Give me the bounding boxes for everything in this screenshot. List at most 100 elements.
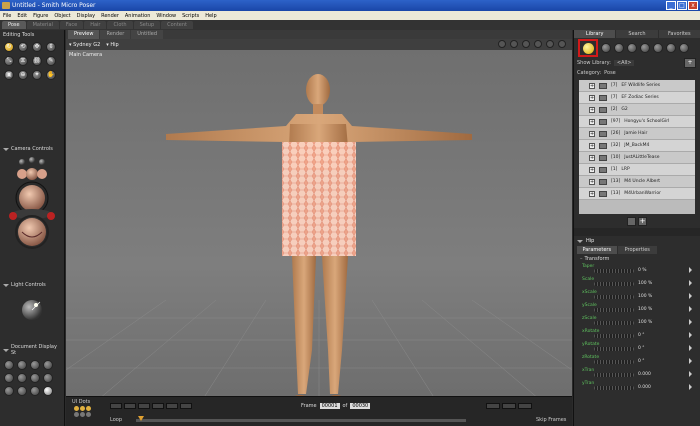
param-dial[interactable] xyxy=(594,334,634,338)
next-keyframe-button[interactable] xyxy=(518,403,532,409)
scale-tool-icon[interactable]: ⤡ xyxy=(4,56,14,66)
go-to-end-button[interactable] xyxy=(180,403,192,409)
menu-file[interactable]: File xyxy=(3,13,11,19)
add-library-button[interactable]: + xyxy=(684,58,696,68)
room-tab-setup[interactable]: Setup xyxy=(133,21,161,29)
menu-animation[interactable]: Animation xyxy=(125,13,151,19)
document-display-header[interactable]: Document Display St xyxy=(0,342,64,358)
param-value[interactable]: 0 ° xyxy=(638,359,645,364)
outline-style-icon[interactable] xyxy=(17,360,27,370)
light-controls-header[interactable]: Light Controls xyxy=(0,280,64,290)
show-library-dropdown[interactable]: <All> xyxy=(613,60,635,66)
grouping-tool-icon[interactable]: ▣ xyxy=(4,70,14,80)
expand-icon[interactable]: + xyxy=(589,130,595,137)
wireframe-style-icon[interactable] xyxy=(30,360,40,370)
transform-group-header[interactable]: – Transform xyxy=(574,254,700,263)
list-item[interactable]: + [13] M4 Uncle Albert xyxy=(579,176,695,188)
camera-controls-widget[interactable] xyxy=(0,154,65,272)
menu-scripts[interactable]: Scripts xyxy=(182,13,199,19)
param-menu-arrow-icon[interactable] xyxy=(689,384,692,390)
smooth-shaded-style-icon[interactable] xyxy=(17,386,27,396)
figure-selector[interactable]: ▾ Sydney G2 xyxy=(69,42,100,48)
param-dial[interactable] xyxy=(594,360,634,364)
camera-view-icon[interactable] xyxy=(510,40,518,48)
expand-icon[interactable]: + xyxy=(589,178,595,185)
tab-render[interactable]: Render xyxy=(100,30,131,39)
previous-keyframe-button[interactable] xyxy=(486,403,500,409)
param-menu-arrow-icon[interactable] xyxy=(689,371,692,377)
camera-controls-header[interactable]: Camera Controls xyxy=(0,144,64,154)
view-magnifier-tool-icon[interactable]: ⊕ xyxy=(18,70,28,80)
tab-favorites[interactable]: Favorites xyxy=(658,30,700,38)
add-to-library-button[interactable]: + xyxy=(638,216,647,226)
list-item[interactable]: + [7] EF Wildlife Series xyxy=(579,80,695,92)
menu-figure[interactable]: Figure xyxy=(33,13,48,19)
editing-tools-header[interactable]: Editing Tools xyxy=(0,30,64,40)
twist-tool-icon[interactable]: ⟲ xyxy=(18,42,28,52)
list-item[interactable]: + [10] JustALittleTease xyxy=(579,152,695,164)
hair-category-icon[interactable] xyxy=(614,43,624,53)
tab-properties[interactable]: Properties xyxy=(617,246,657,254)
expressions-category-icon[interactable] xyxy=(601,43,611,53)
skip-frames-label[interactable]: Skip Frames xyxy=(536,417,566,423)
flat-lined-style-icon[interactable] xyxy=(30,373,40,383)
translate-tool-icon[interactable]: ✥ xyxy=(32,42,42,52)
ui-dot-icon[interactable] xyxy=(86,406,91,411)
cameras-category-icon[interactable] xyxy=(666,43,676,53)
direct-manipulation-tool-icon[interactable]: ✋ xyxy=(46,70,56,80)
param-value[interactable]: 100 % xyxy=(638,320,652,325)
chain-break-tool-icon[interactable]: ⛓ xyxy=(32,56,42,66)
menu-window[interactable]: Window xyxy=(156,13,176,19)
param-value[interactable]: 0.000 xyxy=(638,385,651,390)
translate-in-out-tool-icon[interactable]: ⇕ xyxy=(46,42,56,52)
expand-icon[interactable]: + xyxy=(589,118,595,125)
cartoon-style-icon[interactable] xyxy=(43,373,53,383)
panel-divider[interactable] xyxy=(574,228,700,236)
ui-dot-icon[interactable] xyxy=(74,406,79,411)
param-dial[interactable] xyxy=(594,347,634,351)
category-value[interactable]: Pose xyxy=(604,70,616,78)
ui-dot-icon[interactable] xyxy=(86,412,91,417)
expand-icon[interactable]: + xyxy=(589,142,595,149)
param-dial[interactable] xyxy=(594,295,634,299)
taper-tool-icon[interactable]: ⧖ xyxy=(18,56,28,66)
param-value[interactable]: 0.000 xyxy=(638,372,651,377)
param-menu-arrow-icon[interactable] xyxy=(689,280,692,286)
expand-icon[interactable]: + xyxy=(589,94,595,101)
menu-object[interactable]: Object xyxy=(54,13,70,19)
param-menu-arrow-icon[interactable] xyxy=(689,332,692,338)
hands-category-icon[interactable] xyxy=(627,43,637,53)
param-menu-arrow-icon[interactable] xyxy=(689,293,692,299)
room-tab-face[interactable]: Face xyxy=(59,21,84,29)
ui-dot-icon[interactable] xyxy=(80,412,85,417)
loop-label[interactable]: Loop xyxy=(110,417,122,423)
expand-icon[interactable]: + xyxy=(589,106,595,113)
tab-library[interactable]: Library xyxy=(574,30,616,38)
list-item[interactable]: + [2] G2 xyxy=(579,104,695,116)
color-tool-icon[interactable]: ✎ xyxy=(46,56,56,66)
param-dial[interactable] xyxy=(594,386,634,390)
list-item[interactable]: + [32] JM_BackM4 xyxy=(579,140,695,152)
room-tab-cloth[interactable]: Cloth xyxy=(107,21,133,29)
param-menu-arrow-icon[interactable] xyxy=(689,319,692,325)
menu-render[interactable]: Render xyxy=(101,13,119,19)
ui-dot-icon[interactable] xyxy=(80,406,85,411)
param-menu-arrow-icon[interactable] xyxy=(689,358,692,364)
stop-button[interactable] xyxy=(138,403,150,409)
apply-library-preset-button[interactable] xyxy=(627,216,636,226)
timeline-scrubber[interactable] xyxy=(138,416,144,421)
maximize-button[interactable]: □ xyxy=(677,1,687,10)
param-value[interactable]: 0 ° xyxy=(638,346,645,351)
expand-icon[interactable]: + xyxy=(589,154,595,161)
next-frame-button[interactable] xyxy=(166,403,178,409)
menu-help[interactable]: Help xyxy=(205,13,216,19)
viewport-layout-icon[interactable] xyxy=(558,40,566,48)
tab-preview[interactable]: Preview xyxy=(68,30,100,39)
hidden-line-style-icon[interactable] xyxy=(43,360,53,370)
room-tab-pose[interactable]: Pose xyxy=(2,21,26,29)
minimize-button[interactable]: _ xyxy=(666,1,676,10)
pose-category-icon[interactable] xyxy=(582,42,594,54)
materials-category-icon[interactable] xyxy=(679,43,689,53)
param-value[interactable]: 0 % xyxy=(638,268,647,273)
lights-category-icon[interactable] xyxy=(653,43,663,53)
